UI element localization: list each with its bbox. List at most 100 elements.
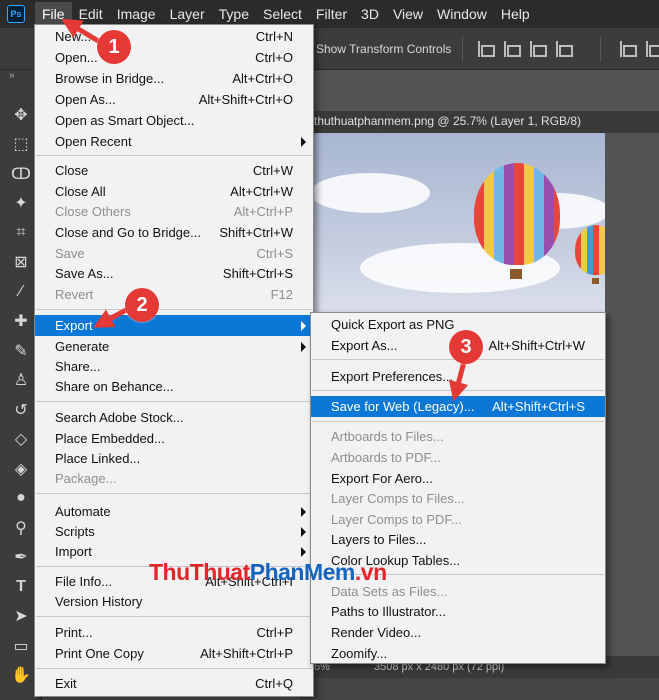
- menu-item-scripts[interactable]: Scripts: [35, 521, 313, 542]
- menu-item-print-one-copy[interactable]: Print One Copy Alt+Shift+Ctrl+P: [35, 643, 313, 664]
- menu-item-save-for-web[interactable]: Save for Web (Legacy)... Alt+Shift+Ctrl+S: [311, 396, 605, 417]
- magic-wand-tool-icon[interactable]: ✦: [9, 192, 33, 214]
- document-tab[interactable]: thuthuatphanmem.png @ 25.7% (Layer 1, RG…: [300, 111, 659, 133]
- menu-item-export[interactable]: Export: [35, 315, 313, 336]
- collapse-icon[interactable]: »: [9, 70, 15, 81]
- menu-item-close[interactable]: Close Ctrl+W: [35, 160, 313, 181]
- align-right-icon[interactable]: [530, 41, 547, 57]
- hand-tool-icon[interactable]: ✋: [9, 664, 33, 686]
- menu-item-shortcut: Shift+Ctrl+W: [219, 225, 293, 240]
- menu-item-open-as[interactable]: Open As... Alt+Shift+Ctrl+O: [35, 89, 313, 110]
- menu-item-open-recent[interactable]: Open Recent: [35, 131, 313, 152]
- eraser-tool-icon[interactable]: ◇: [9, 428, 33, 450]
- type-tool-icon[interactable]: T: [9, 576, 33, 598]
- export-submenu: Quick Export as PNG Export As... Alt+Shif…: [310, 312, 606, 664]
- frame-tool-icon[interactable]: ⊠: [9, 251, 33, 273]
- submenu-arrow-icon: [301, 506, 306, 517]
- align-vcenter-icon[interactable]: [646, 41, 659, 57]
- menu-item-label: Export For Aero...: [331, 471, 433, 486]
- paint-bucket-tool-icon[interactable]: ◈: [9, 458, 33, 480]
- menu-item-label: New...: [55, 29, 92, 44]
- menu-edit[interactable]: Edit: [72, 2, 110, 26]
- menu-item-label: Close All: [55, 184, 106, 199]
- hot-air-balloon: [474, 163, 560, 265]
- menu-item-open[interactable]: Open... Ctrl+O: [35, 47, 313, 68]
- menu-item-label: Share on Behance...: [55, 379, 174, 394]
- lasso-tool-icon[interactable]: ↀ: [9, 163, 33, 185]
- menu-item-browse-in-bridge[interactable]: Browse in Bridge... Alt+Ctrl+O: [35, 68, 313, 89]
- menu-help[interactable]: Help: [494, 2, 537, 26]
- menu-layer[interactable]: Layer: [163, 2, 212, 26]
- menu-item-place-embedded[interactable]: Place Embedded...: [35, 428, 313, 449]
- menu-item-close-others: Close Others Alt+Ctrl+P: [35, 201, 313, 222]
- history-brush-tool-icon[interactable]: ↺: [9, 399, 33, 421]
- align-center-icon[interactable]: [504, 41, 521, 57]
- brush-tool-icon[interactable]: ✎: [9, 340, 33, 362]
- marquee-tool-icon[interactable]: ⬚: [9, 133, 33, 155]
- menu-item-label: Exit: [55, 676, 77, 691]
- menu-item-shortcut: Alt+Shift+Ctrl+S: [492, 399, 585, 414]
- menu-item-label: Browse in Bridge...: [55, 71, 165, 86]
- menu-3d[interactable]: 3D: [354, 2, 386, 26]
- path-selection-tool-icon[interactable]: ➤: [9, 605, 33, 627]
- pen-tool-icon[interactable]: ✒: [9, 546, 33, 568]
- move-tool-icon[interactable]: ✥: [9, 104, 33, 126]
- menu-item-save-as[interactable]: Save As... Shift+Ctrl+S: [35, 263, 313, 284]
- submenu-arrow-icon: [301, 320, 306, 331]
- menu-item-label: Print...: [55, 625, 93, 640]
- menu-view[interactable]: View: [386, 2, 430, 26]
- align-left-icon[interactable]: [478, 41, 495, 57]
- menu-item-version-history[interactable]: Version History: [35, 591, 313, 612]
- menu-item-label: Data Sets as Files...: [331, 584, 448, 599]
- menu-item-shortcut: Ctrl+W: [252, 163, 293, 178]
- menu-item-zoomify[interactable]: Zoomify...: [311, 643, 605, 664]
- menu-item-label: Generate: [55, 339, 110, 354]
- menu-item-close-and-go-to-bridge[interactable]: Close and Go to Bridge... Shift+Ctrl+W: [35, 222, 313, 243]
- dodge-tool-icon[interactable]: ⚲: [9, 517, 33, 539]
- menu-item-label: Print One Copy: [55, 646, 144, 661]
- menu-separator: [312, 421, 604, 422]
- menu-item-share[interactable]: Share...: [35, 356, 313, 377]
- menu-item-export-for-aero[interactable]: Export For Aero...: [311, 468, 605, 489]
- clone-stamp-tool-icon[interactable]: ♙: [9, 369, 33, 391]
- menu-item-label: Quick Export as PNG: [331, 317, 455, 332]
- menu-item-search-adobe-stock[interactable]: Search Adobe Stock...: [35, 407, 313, 428]
- submenu-arrow-icon: [301, 546, 306, 557]
- menu-select[interactable]: Select: [256, 2, 309, 26]
- menu-item-shortcut: Ctrl+S: [256, 246, 293, 261]
- options-divider: [600, 36, 601, 62]
- file-menu: New... Ctrl+N Open... Ctrl+O Browse in Bri…: [34, 24, 314, 697]
- healing-brush-tool-icon[interactable]: ✚: [9, 310, 33, 332]
- align-top-icon[interactable]: [620, 41, 637, 57]
- menu-item-layers-to-files[interactable]: Layers to Files...: [311, 529, 605, 550]
- menu-file[interactable]: File: [35, 2, 72, 26]
- menu-item-label: Place Embedded...: [55, 431, 165, 446]
- menu-item-close-all[interactable]: Close All Alt+Ctrl+W: [35, 181, 313, 202]
- menu-item-label: Layers to Files...: [331, 532, 427, 547]
- menu-filter[interactable]: Filter: [309, 2, 354, 26]
- menu-item-shortcut: Alt+Ctrl+W: [230, 184, 293, 199]
- eyedropper-tool-icon[interactable]: ⁄: [9, 281, 33, 303]
- menu-item-label: Share...: [55, 359, 101, 374]
- menu-item-new[interactable]: New... Ctrl+N: [35, 26, 313, 47]
- rectangle-tool-icon[interactable]: ▭: [9, 635, 33, 657]
- menu-item-print[interactable]: Print... Ctrl+P: [35, 622, 313, 643]
- align-justify-icon[interactable]: [556, 41, 573, 57]
- menu-item-exit[interactable]: Exit Ctrl+Q: [35, 673, 313, 694]
- menu-item-generate[interactable]: Generate: [35, 336, 313, 357]
- menu-image[interactable]: Image: [110, 2, 163, 26]
- menu-item-render-video[interactable]: Render Video...: [311, 622, 605, 643]
- menu-item-share-on-behance[interactable]: Share on Behance...: [35, 376, 313, 397]
- show-transform-controls-label[interactable]: Show Transform Controls: [316, 42, 451, 56]
- menu-type[interactable]: Type: [212, 2, 256, 26]
- menu-item-label: Open Recent: [55, 134, 132, 149]
- menu-item-export-preferences[interactable]: Export Preferences...: [311, 366, 605, 387]
- menu-item-paths-to-illustrator[interactable]: Paths to Illustrator...: [311, 601, 605, 622]
- blur-tool-icon[interactable]: ●: [9, 487, 33, 509]
- crop-tool-icon[interactable]: ⌗: [9, 222, 33, 244]
- menu-item-open-as-smart-object[interactable]: Open as Smart Object...: [35, 110, 313, 131]
- menu-window[interactable]: Window: [430, 2, 494, 26]
- menu-item-place-linked[interactable]: Place Linked...: [35, 448, 313, 469]
- menu-item-automate[interactable]: Automate: [35, 501, 313, 522]
- callout-badge-3: 3: [449, 330, 483, 364]
